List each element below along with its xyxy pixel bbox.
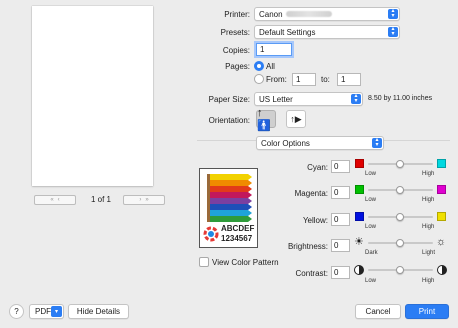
contrast-value-field[interactable]: 0 bbox=[331, 266, 350, 279]
yellow-high-label: High bbox=[422, 224, 435, 230]
printer-value: Canon bbox=[259, 9, 283, 19]
page-count: 1 of 1 bbox=[90, 195, 111, 204]
sun-dim-icon: ☀ bbox=[354, 236, 364, 248]
copies-label: Copies: bbox=[222, 46, 250, 55]
contrast-high-icon bbox=[437, 265, 447, 275]
print-button[interactable]: Print bbox=[405, 304, 449, 319]
contrast-high-label: High bbox=[422, 278, 435, 284]
yellow-value-field[interactable]: 0 bbox=[331, 213, 350, 226]
cyan-high-label: High bbox=[422, 171, 435, 177]
pdf-menu-button[interactable]: PDF ▾ bbox=[29, 304, 64, 319]
portrait-person-icon: ↑🚹 bbox=[257, 106, 271, 132]
magenta-label: Magenta: bbox=[294, 189, 328, 198]
contrast-slider-knob[interactable] bbox=[396, 266, 404, 274]
popup-arrows-icon: ▴ ▾ bbox=[388, 8, 398, 19]
popup-arrows-icon: ▴ ▾ bbox=[388, 26, 398, 37]
brightness-slider-knob[interactable] bbox=[396, 239, 404, 247]
cyan-swatch bbox=[437, 159, 446, 168]
section-popup[interactable]: Color Options ▴ ▾ bbox=[256, 136, 384, 150]
landscape-orientation-button[interactable]: ↑▶ bbox=[286, 110, 306, 128]
cyan-label: Cyan: bbox=[307, 163, 328, 172]
pages-from-field[interactable]: 1 bbox=[292, 73, 316, 86]
presets-label: Presets: bbox=[220, 28, 250, 37]
last-page-icon[interactable]: » bbox=[143, 197, 150, 203]
printer-name-redacted bbox=[285, 11, 332, 18]
red-swatch bbox=[355, 159, 364, 168]
sample-letters: ABCDEF bbox=[221, 224, 255, 233]
brightness-low-label: Dark bbox=[365, 250, 378, 256]
yellow-swatch bbox=[437, 212, 446, 221]
magenta-slider-knob[interactable] bbox=[396, 186, 404, 194]
landscape-person-icon: ↑▶ bbox=[290, 113, 302, 124]
view-color-pattern-label: View Color Pattern bbox=[212, 258, 279, 267]
magenta-swatch bbox=[437, 185, 446, 194]
printer-label: Printer: bbox=[224, 10, 250, 19]
color-sample-image: ABCDEF 1234567 bbox=[199, 168, 258, 248]
help-button[interactable]: ? bbox=[9, 304, 24, 319]
cancel-button[interactable]: Cancel bbox=[355, 304, 401, 319]
magenta-high-label: High bbox=[422, 197, 435, 203]
presets-value: Default Settings bbox=[259, 27, 316, 37]
brightness-label: Brightness: bbox=[287, 242, 328, 251]
magenta-value-field[interactable]: 0 bbox=[331, 186, 350, 199]
copies-field[interactable]: 1 bbox=[256, 43, 292, 56]
pdf-label: PDF bbox=[35, 307, 51, 316]
view-color-pattern-checkbox[interactable] bbox=[199, 257, 209, 267]
pages-all-radio[interactable] bbox=[254, 61, 264, 71]
yellow-low-label: Low bbox=[365, 224, 377, 230]
pages-to-label: to: bbox=[321, 75, 330, 84]
blue-swatch bbox=[355, 212, 364, 221]
paper-dimensions: 8.50 by 11.00 inches bbox=[368, 95, 433, 102]
printer-popup[interactable]: Canon ▴ ▾ bbox=[254, 7, 400, 21]
chevron-down-icon: ▾ bbox=[51, 306, 62, 317]
popup-arrows-icon: ▴ ▾ bbox=[372, 137, 382, 148]
hide-details-button[interactable]: Hide Details bbox=[68, 304, 129, 319]
cyan-slider-knob[interactable] bbox=[396, 160, 404, 168]
pages-from-radio[interactable] bbox=[254, 74, 264, 84]
cyan-low-label: Low bbox=[365, 171, 377, 177]
section-value: Color Options bbox=[261, 138, 310, 148]
page-preview bbox=[32, 6, 153, 186]
paper-size-popup[interactable]: US Letter ▴ ▾ bbox=[254, 92, 363, 106]
first-page-icon[interactable]: « bbox=[48, 197, 55, 203]
pages-to-field[interactable]: 1 bbox=[337, 73, 361, 86]
paper-size-value: US Letter bbox=[259, 94, 293, 104]
contrast-low-icon bbox=[354, 265, 364, 275]
popup-arrows-icon: ▴ ▾ bbox=[351, 93, 361, 104]
pages-from-label: From: bbox=[266, 75, 287, 84]
presets-popup[interactable]: Default Settings ▴ ▾ bbox=[254, 25, 400, 39]
orientation-label: Orientation: bbox=[208, 116, 250, 125]
portrait-orientation-button[interactable]: ↑🚹 bbox=[256, 107, 276, 132]
sample-digits: 1234567 bbox=[221, 234, 253, 243]
brightness-value-field[interactable]: 0 bbox=[331, 239, 350, 252]
paper-size-label: Paper Size: bbox=[208, 95, 250, 104]
cyan-value-field[interactable]: 0 bbox=[331, 160, 350, 173]
contrast-low-label: Low bbox=[365, 278, 377, 284]
yellow-label: Yellow: bbox=[302, 216, 328, 225]
sun-bright-icon: ☼ bbox=[436, 236, 447, 248]
pages-label: Pages: bbox=[225, 62, 250, 71]
green-swatch bbox=[355, 185, 364, 194]
brightness-high-label: Light bbox=[422, 250, 436, 256]
preview-back-nav[interactable]: « ‹ bbox=[34, 195, 76, 205]
yellow-slider-knob[interactable] bbox=[396, 213, 404, 221]
preview-forward-nav[interactable]: › » bbox=[123, 195, 165, 205]
contrast-label: Contrast: bbox=[295, 269, 328, 278]
pages-all-label: All bbox=[266, 62, 275, 71]
previous-page-icon[interactable]: ‹ bbox=[56, 197, 62, 203]
magenta-low-label: Low bbox=[365, 197, 377, 203]
